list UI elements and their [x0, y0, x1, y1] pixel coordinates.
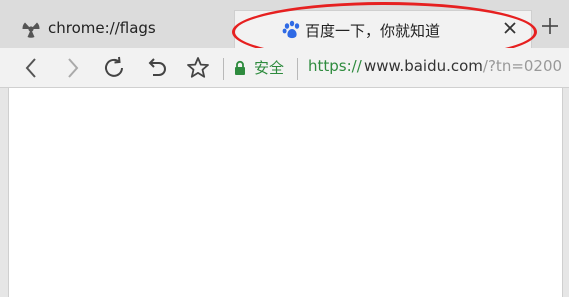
- address-bar[interactable]: www.baidu.com/?tn=0200: [364, 57, 569, 75]
- secure-label[interactable]: 安全: [254, 57, 284, 78]
- back-icon: [25, 58, 36, 78]
- lock-icon[interactable]: [234, 60, 246, 76]
- page-content: [8, 88, 563, 297]
- toolbar: 安全 https:// www.baidu.com/?tn=0200: [0, 48, 569, 88]
- undo-icon: [148, 58, 166, 76]
- forward-icon: [68, 58, 79, 78]
- star-button[interactable]: [184, 54, 212, 82]
- back-button[interactable]: [18, 54, 46, 82]
- baidu-paw-icon: [281, 19, 303, 41]
- reload-button[interactable]: [100, 54, 128, 82]
- plus-icon: [542, 18, 558, 34]
- reload-icon: [105, 56, 123, 77]
- tab-baidu[interactable]: 百度一下，你就知道: [234, 10, 532, 48]
- toolbar-divider: [223, 58, 224, 80]
- radiation-icon: [20, 18, 42, 40]
- star-icon: [187, 57, 209, 78]
- tab-strip: chrome://flags 百度一下，你就知道: [0, 0, 569, 62]
- close-icon[interactable]: [501, 19, 519, 37]
- url-scheme[interactable]: https://: [308, 57, 362, 75]
- tab-title: 百度一下，你就知道: [305, 22, 441, 40]
- url-host: www.baidu.com: [364, 57, 483, 75]
- url-tail: /?tn=0200: [482, 57, 563, 75]
- new-tab-button[interactable]: [540, 16, 560, 36]
- forward-button[interactable]: [58, 54, 86, 82]
- tab-title: chrome://flags: [48, 19, 156, 37]
- tab-chrome-flags[interactable]: chrome://flags: [10, 10, 230, 48]
- address-separator: [297, 58, 298, 80]
- undo-button[interactable]: [142, 54, 170, 82]
